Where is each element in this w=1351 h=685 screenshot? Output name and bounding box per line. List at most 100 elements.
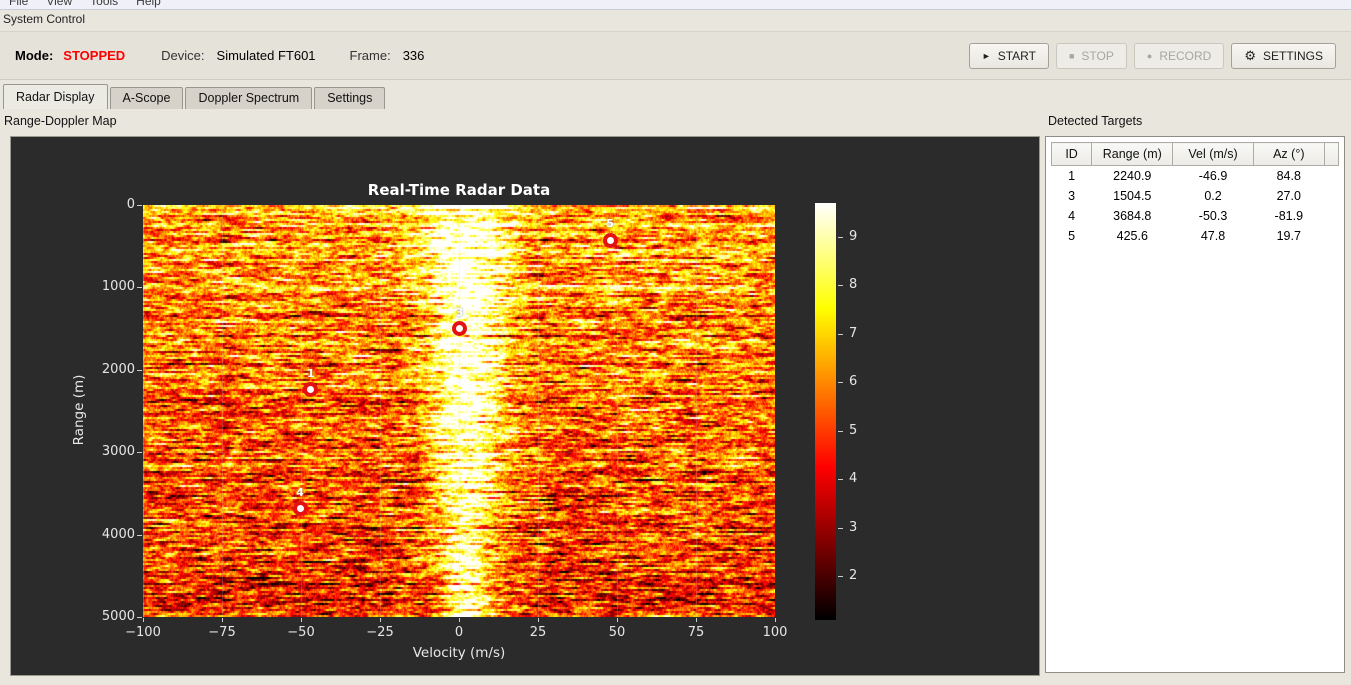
y-tick-mark (137, 534, 142, 536)
y-tick-mark (137, 369, 142, 371)
colorbar (815, 203, 836, 620)
menu-help[interactable]: Help (127, 0, 170, 9)
table-cell: 3684.8 (1113, 209, 1152, 223)
gear-icon: ⚙ (1244, 47, 1256, 63)
x-tick-mark (301, 618, 302, 622)
table-cell: -50.3 (1198, 209, 1228, 223)
x-tick-label: −25 (366, 625, 394, 640)
x-tick-mark (143, 618, 144, 622)
column-header[interactable]: ID (1050, 142, 1093, 166)
mode-label: Mode: (15, 48, 54, 63)
colorbar-tick-label: 4 (849, 471, 858, 487)
targets-table: ID Range (m) Vel (m/s) Az (°) 1 2240.9 -46.9 8… (1050, 142, 1340, 246)
x-tick-mark (617, 618, 618, 622)
colorbar-tick-mark (838, 382, 843, 384)
device-label: Device: (161, 48, 205, 63)
y-tick-label: 4000 (101, 526, 135, 542)
range-doppler-map-title: Range-Doppler Map (4, 114, 117, 128)
y-tick-mark (137, 617, 142, 618)
x-tick-mark (538, 618, 539, 622)
table-cell: -46.9 (1198, 169, 1228, 183)
record-icon: ● (1146, 50, 1153, 61)
settings-button[interactable]: ⚙ SETTINGS (1231, 42, 1336, 69)
start-button[interactable]: ► START (968, 42, 1049, 69)
stop-button-label: STOP (1081, 48, 1114, 63)
colorbar-tick-label: 3 (849, 519, 858, 535)
y-axis-label: Range (m) (71, 374, 87, 446)
colorbar-tick-mark (838, 285, 843, 287)
colorbar-tick-label: 5 (849, 422, 858, 438)
colorbar-tick-label: 7 (849, 325, 858, 341)
x-tick-label: 0 (454, 625, 464, 640)
table-cell: 1 (1068, 169, 1076, 183)
tab-bar: Radar Display A-Scope Doppler Spectrum S… (3, 84, 387, 109)
table-cell: 27.0 (1276, 189, 1301, 203)
column-header[interactable]: Az (°) (1252, 142, 1325, 166)
x-axis-label: Velocity (m/s) (412, 645, 506, 661)
y-tick-mark (137, 287, 142, 289)
system-control-bar: Mode: STOPPED Device: Simulated FT601 Fr… (0, 31, 1351, 80)
table-cell: 425.6 (1116, 229, 1148, 243)
status-group: Mode: STOPPED Device: Simulated FT601 Fr… (15, 48, 424, 63)
y-tick-label: 3000 (101, 444, 135, 460)
colorbar-tick-mark (838, 236, 843, 238)
x-tick-label: −75 (208, 625, 236, 640)
colorbar-tick-label: 8 (849, 277, 858, 293)
table-cell: -81.9 (1274, 209, 1304, 223)
heatmap-canvas[interactable] (143, 205, 775, 617)
x-tick-label: 75 (687, 625, 705, 640)
control-button-group: ► START ■ STOP ● RECORD ⚙ SETTINGS (968, 42, 1336, 69)
table-row[interactable]: 3 1504.5 0.2 27.0 (1052, 186, 1339, 206)
record-button: ● RECORD (1133, 42, 1225, 69)
device-value: Simulated FT601 (216, 48, 316, 63)
table-row[interactable]: 5 425.6 47.8 19.7 (1052, 226, 1339, 246)
tab-a-scope[interactable]: A-Scope (109, 87, 184, 109)
system-control-group-title: System Control (3, 12, 86, 26)
table-cell: 1504.5 (1113, 189, 1152, 203)
colorbar-tick-label: 6 (849, 374, 858, 390)
x-tick-label: 100 (762, 625, 788, 640)
table-cell: 2240.9 (1113, 169, 1152, 183)
column-header[interactable]: Range (m) (1091, 142, 1174, 166)
mode-status-value: STOPPED (63, 48, 126, 63)
chart-title: Real-Time Radar Data (367, 181, 551, 199)
start-button-label: START (997, 48, 1036, 63)
tab-settings[interactable]: Settings (314, 87, 386, 109)
menu-file[interactable]: File (0, 0, 37, 9)
table-cell: 84.8 (1276, 169, 1301, 183)
table-cell: 47.8 (1200, 229, 1226, 243)
x-tick-mark (222, 618, 223, 622)
detected-targets-panel: ID Range (m) Vel (m/s) Az (°) 1 2240.9 -46.9 8… (1045, 136, 1345, 673)
colorbar-tick-mark (838, 333, 843, 335)
table-row[interactable]: 4 3684.8 -50.3 -81.9 (1052, 206, 1339, 226)
stop-icon: ■ (1068, 50, 1075, 61)
table-cell: 4 (1068, 209, 1076, 223)
colorbar-tick-mark (838, 430, 843, 432)
stop-button: ■ STOP (1055, 42, 1127, 69)
colorbar-tick-label: 9 (849, 228, 858, 244)
table-cell: 0.2 (1204, 189, 1222, 203)
menu-view[interactable]: View (37, 0, 81, 9)
radar-app-window: File View Tools Help System Control Mode… (0, 0, 1351, 685)
y-tick-label: 1000 (101, 279, 135, 295)
colorbar-tick-mark (838, 527, 843, 529)
column-header[interactable]: Vel (m/s) (1172, 142, 1254, 166)
x-tick-label: 25 (529, 625, 547, 640)
tab-doppler-spectrum[interactable]: Doppler Spectrum (185, 87, 313, 109)
tab-radar-display[interactable]: Radar Display (3, 84, 108, 109)
y-tick-label: 5000 (101, 609, 135, 624)
table-cell: 19.7 (1276, 229, 1301, 243)
colorbar-tick-mark (838, 479, 843, 481)
y-tick-label: 0 (126, 197, 135, 212)
record-button-label: RECORD (1159, 48, 1212, 63)
detected-targets-title: Detected Targets (1048, 114, 1143, 128)
range-doppler-plot: Real-Time Radar Data Velocity (m/s) Rang… (10, 136, 1040, 676)
frame-counter-value: 336 (402, 48, 425, 63)
settings-button-label: SETTINGS (1262, 48, 1323, 63)
table-row[interactable]: 1 2240.9 -46.9 84.8 (1052, 166, 1339, 187)
x-tick-label: 50 (608, 625, 626, 640)
menu-tools[interactable]: Tools (81, 0, 127, 9)
y-tick-mark (137, 452, 142, 454)
x-tick-mark (380, 618, 381, 622)
frame-label: Frame: (349, 48, 391, 63)
